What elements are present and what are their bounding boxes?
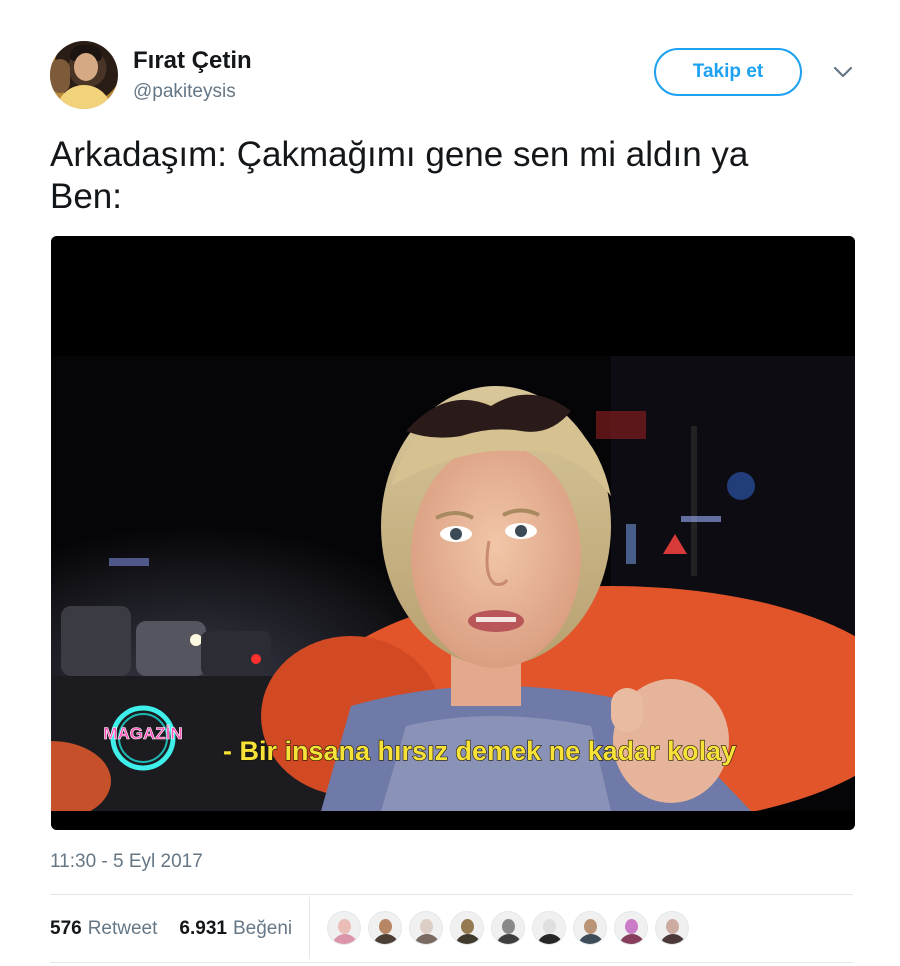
liker-avatar[interactable] <box>655 911 689 945</box>
tv-logo-text: MAGAZİN <box>103 724 182 743</box>
user-handle[interactable]: @pakiteysis <box>133 81 236 103</box>
user-display-name[interactable]: Fırat Çetin <box>133 47 252 75</box>
tweet-stats: 576 Retweet 6.931 Beğeni <box>50 914 292 944</box>
liker-avatar[interactable] <box>573 911 607 945</box>
tweet-timestamp[interactable]: 11:30 - 5 Eyl 2017 <box>50 851 203 873</box>
divider <box>50 894 853 895</box>
retweet-label[interactable]: Retweet <box>88 918 158 940</box>
like-count[interactable]: 6.931 <box>179 918 227 940</box>
tweet-text: Arkadaşım: Çakmağımı gene sen mi aldın y… <box>50 135 749 216</box>
liker-avatar[interactable] <box>450 911 484 945</box>
video-subtitle: - Bir insana hırsız demek ne kadar kolay <box>223 736 736 766</box>
follow-button[interactable]: Takip et <box>654 48 802 96</box>
chevron-down-icon[interactable] <box>832 64 854 80</box>
liker-avatar[interactable] <box>327 911 361 945</box>
tweet-card: Fırat Çetin @pakiteysis Takip et Arkadaş… <box>0 0 900 966</box>
liker-avatars <box>327 911 696 947</box>
divider <box>50 962 853 963</box>
liker-avatar[interactable] <box>368 911 402 945</box>
like-label[interactable]: Beğeni <box>233 918 292 940</box>
stats-separator <box>309 897 310 959</box>
liker-avatar[interactable] <box>409 911 443 945</box>
liker-avatar[interactable] <box>532 911 566 945</box>
avatar[interactable] <box>50 41 118 109</box>
liker-avatar[interactable] <box>614 911 648 945</box>
tweet-media-video-still[interactable]: MAGAZİN - Bir insana hırsız demek ne kad… <box>51 236 855 830</box>
liker-avatar[interactable] <box>491 911 525 945</box>
tweet-header: Fırat Çetin @pakiteysis Takip et <box>50 41 860 111</box>
retweet-count[interactable]: 576 <box>50 918 82 940</box>
